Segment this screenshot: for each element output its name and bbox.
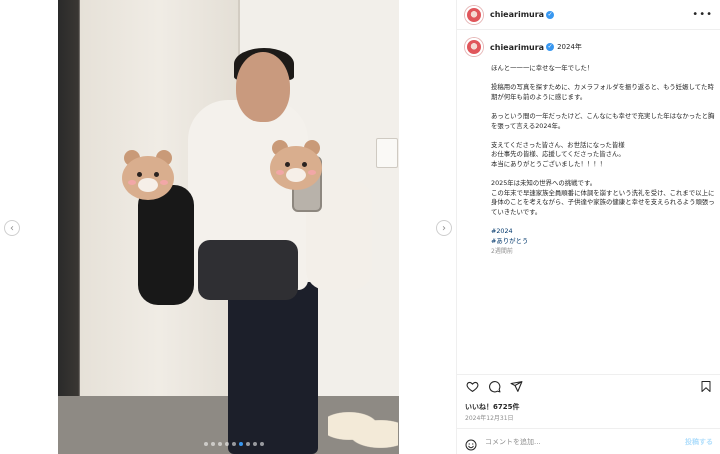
action-bar <box>457 374 720 398</box>
comment-bar: 投稿する <box>457 428 720 454</box>
chevron-right-icon: › <box>442 222 446 234</box>
carousel-dot <box>253 442 257 446</box>
instagram-post-modal: ‹ › chiearimura ✓ ••• chiearimura ✓ 2024年 … <box>0 0 720 454</box>
carousel-dot <box>260 442 264 446</box>
bear-sticker-left <box>122 150 174 200</box>
carousel-dot <box>232 442 236 446</box>
caption-username-link[interactable]: chiearimura ✓ <box>490 43 555 52</box>
post-header: chiearimura ✓ ••• <box>457 0 720 30</box>
save-button[interactable] <box>699 380 713 394</box>
next-slide-button[interactable]: › <box>436 220 452 236</box>
photo-face <box>236 52 290 122</box>
caption-paragraph-4: 支えてくださった皆さん、お世話になった皆様 お仕事先の皆様、応援してくださった皆… <box>491 140 625 168</box>
carousel-dot <box>218 442 222 446</box>
carousel-dot <box>225 442 229 446</box>
previous-slide-button[interactable]: ‹ <box>4 220 20 236</box>
more-options-icon[interactable]: ••• <box>692 9 713 20</box>
heart-icon <box>466 381 478 393</box>
caption-avatar[interactable] <box>465 38 483 56</box>
photo-slippers <box>328 410 398 450</box>
emoji-picker-button[interactable] <box>465 436 477 450</box>
hashtag-link[interactable]: #ありがとう <box>491 237 717 247</box>
post-photo[interactable] <box>58 0 399 454</box>
photo-baby-left <box>138 185 194 305</box>
caption-paragraph-5: 2025年は未知の世界への挑戦です。 この年末で早速家族全員順番に体調を崩すとい… <box>491 179 715 216</box>
avatar[interactable] <box>465 5 483 24</box>
smiley-icon <box>465 439 477 450</box>
chevron-left-icon: ‹ <box>10 222 14 234</box>
bookmark-icon <box>701 381 711 392</box>
likes-count[interactable]: いいね！6725件 <box>465 402 519 412</box>
caption-year-tag: 2024年 <box>557 43 582 51</box>
post-comment-button[interactable]: 投稿する <box>685 437 713 447</box>
carousel-dot <box>211 442 215 446</box>
carousel-indicator <box>204 442 264 446</box>
verified-badge-icon: ✓ <box>546 43 555 51</box>
photo-carrier <box>198 240 298 300</box>
caption-paragraph-3: あっという間の一年だったけど、こんなにも幸せで充実した年はなかったと胸を張って言… <box>491 111 715 130</box>
post-date[interactable]: 2024年12月31日 <box>465 413 514 422</box>
verified-badge-icon: ✓ <box>546 10 555 19</box>
comment-icon <box>488 381 500 393</box>
post-media: ‹ › <box>0 0 456 454</box>
send-icon <box>510 381 522 392</box>
comment-input[interactable] <box>485 437 665 446</box>
username-link[interactable]: chiearimura ✓ <box>490 10 555 19</box>
photo-skirt <box>228 282 318 454</box>
like-button[interactable] <box>465 380 479 394</box>
comment-button[interactable] <box>487 380 501 394</box>
share-button[interactable] <box>509 380 523 394</box>
post-caption: chiearimura ✓ 2024年 ほんと一一一に幸せな一年でした！ 投稿用の… <box>465 38 715 255</box>
carousel-dot <box>246 442 250 446</box>
bear-sticker-right <box>270 140 322 190</box>
photo-light-switch <box>376 138 398 168</box>
caption-paragraph-1: ほんと一一一に幸せな一年でした！ <box>491 64 594 72</box>
carousel-dot <box>239 442 243 446</box>
carousel-dot <box>204 442 208 446</box>
hashtag-link[interactable]: #2024 <box>491 227 717 237</box>
caption-paragraph-2: 投稿用の写真を探すために、カメラフォルダを振り返ると、もう妊娠してた時期が何年も… <box>491 83 714 101</box>
post-side-panel: chiearimura ✓ ••• chiearimura ✓ 2024年 ほんと一… <box>456 0 720 454</box>
caption-body: ほんと一一一に幸せな一年でした！ 投稿用の写真を探すために、カメラフォルダを振り… <box>491 64 717 246</box>
time-ago[interactable]: 2週間前 <box>491 246 715 255</box>
